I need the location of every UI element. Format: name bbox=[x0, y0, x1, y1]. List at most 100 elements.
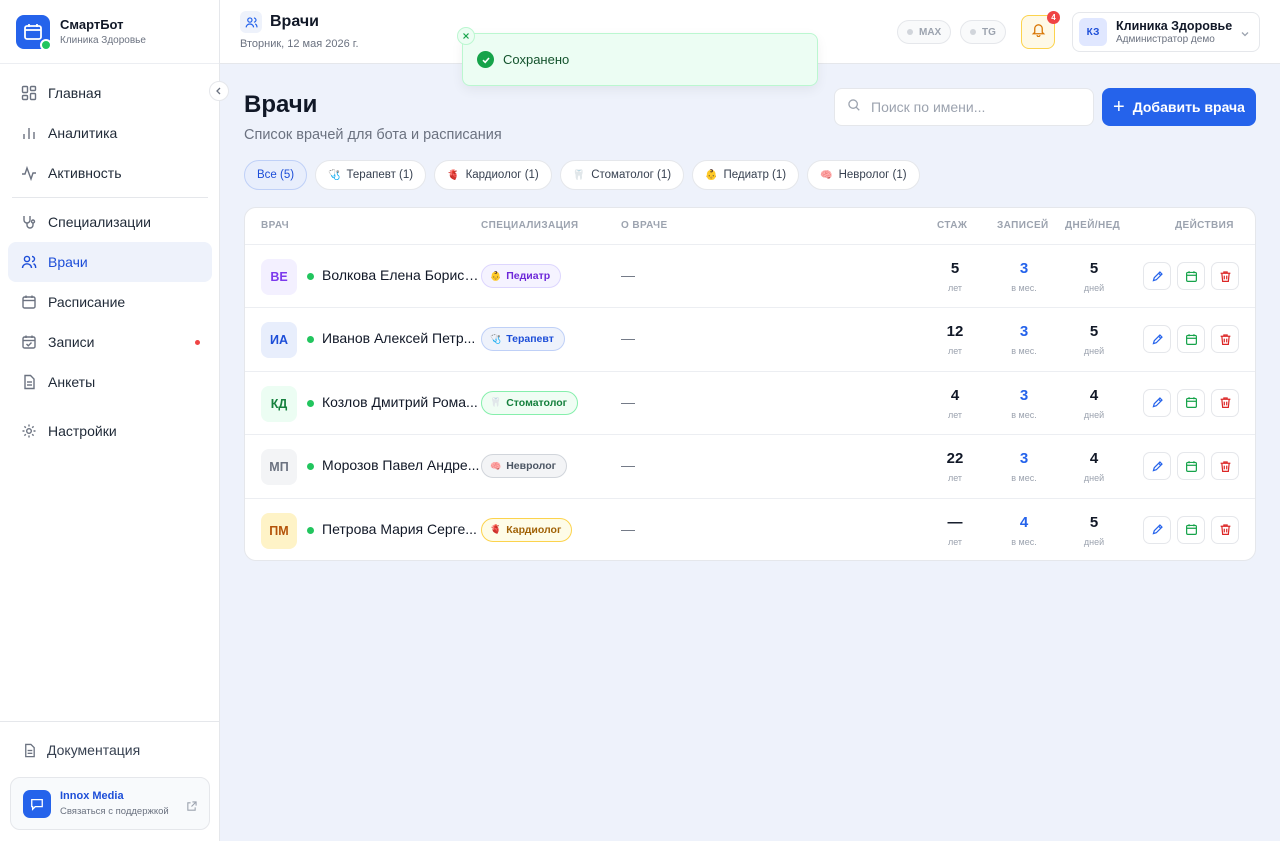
edit-button[interactable] bbox=[1143, 515, 1171, 544]
filter-chip-label: Стоматолог (1) bbox=[591, 169, 672, 181]
doctor-name[interactable]: Волкова Елена Борисо... bbox=[322, 267, 482, 283]
about-doctor: — bbox=[621, 393, 635, 410]
table-row[interactable]: ВЕ Волкова Елена Борисо... 👶 Педиатр — 5 лет 3 в… bbox=[245, 245, 1255, 309]
table-row[interactable]: КД Козлов Дмитрий Рома... 🦷 Стоматолог — 4 лет… bbox=[245, 372, 1255, 436]
schedule-button[interactable] bbox=[1177, 452, 1205, 481]
specialization-badge: 🫀 Кардиолог bbox=[481, 517, 573, 542]
sidebar-item-schedule[interactable]: Расписание bbox=[8, 282, 212, 322]
bookings-unit: в мес. bbox=[1011, 283, 1037, 293]
sidebar-item-specializations[interactable]: Специализации bbox=[8, 202, 212, 242]
experience-value: 12 bbox=[946, 323, 964, 341]
close-icon bbox=[462, 27, 470, 45]
online-status-dot bbox=[307, 526, 314, 534]
grid-icon bbox=[20, 84, 38, 102]
doctor-name[interactable]: Петрова Мария Серге... bbox=[322, 521, 482, 537]
online-status-dot bbox=[307, 336, 314, 344]
delete-button[interactable] bbox=[1211, 388, 1239, 417]
column-header-about: О ВРАЧЕ bbox=[621, 220, 668, 231]
doctor-name[interactable]: Иванов Алексей Петр... bbox=[322, 330, 482, 346]
delete-button[interactable] bbox=[1211, 515, 1239, 544]
sidebar-item-label: Аналитика bbox=[48, 125, 118, 141]
online-status-dot bbox=[307, 273, 314, 280]
table-row[interactable]: ИА Иванов Алексей Петр... 🩺 Терапевт — 12 лет 3… bbox=[245, 308, 1255, 372]
delete-button[interactable] bbox=[1211, 452, 1239, 481]
specialization-badge: 🧠 Невролог bbox=[481, 454, 567, 479]
table-row[interactable]: ПМ Петрова Мария Серге... 🫀 Кардиолог — — лет 4… bbox=[245, 499, 1255, 560]
specialization-badge: 🩺 Терапевт bbox=[481, 327, 565, 352]
bookings-value[interactable]: 3 bbox=[994, 387, 1054, 404]
sidebar-item-doctors[interactable]: Врачи bbox=[8, 242, 212, 282]
days-stat: 5 дней bbox=[1064, 514, 1124, 547]
sidebar-item-label: Расписание bbox=[48, 294, 126, 310]
channel-max-badge[interactable]: MAX bbox=[897, 20, 952, 44]
bookings-value[interactable]: 3 bbox=[994, 260, 1054, 277]
sidebar-item-home[interactable]: Главная bbox=[8, 73, 212, 113]
nav-divider bbox=[12, 197, 208, 198]
delete-button[interactable] bbox=[1211, 262, 1239, 290]
filter-chip[interactable]: 🩺 Терапевт (1) bbox=[315, 160, 427, 190]
column-header-days: ДНЕЙ/НЕД bbox=[1065, 220, 1121, 231]
table-row[interactable]: МП Морозов Павел Андре... 🧠 Невролог — 22 лет 3… bbox=[245, 435, 1255, 499]
notifications-button[interactable]: 4 bbox=[1021, 11, 1060, 49]
chevron-down-icon bbox=[1240, 26, 1250, 44]
schedule-button[interactable] bbox=[1177, 262, 1205, 290]
days-stat: 4 дней bbox=[1064, 387, 1124, 420]
days-value: 5 bbox=[1089, 513, 1099, 531]
specialization-label: Терапевт bbox=[506, 333, 554, 346]
edit-button[interactable] bbox=[1143, 325, 1171, 354]
experience-unit: лет bbox=[947, 409, 963, 420]
about-doctor: — bbox=[621, 520, 635, 537]
support-subtitle: Связаться с поддержкой bbox=[60, 806, 169, 817]
filter-chip[interactable]: 🫀 Кардиолог (1) bbox=[434, 160, 552, 190]
edit-button[interactable] bbox=[1143, 388, 1171, 417]
sidebar-item-label: Настройки bbox=[48, 423, 117, 439]
sidebar-item-activity[interactable]: Активность bbox=[8, 153, 212, 193]
bookings-value[interactable]: 4 bbox=[994, 514, 1054, 531]
search-input[interactable] bbox=[871, 99, 1071, 115]
bookings-unit: в мес. bbox=[1011, 346, 1037, 357]
specialization-label: Педиатр bbox=[506, 270, 551, 282]
bookings-unit: в мес. bbox=[1011, 473, 1037, 484]
page-subtitle: Список врачей для бота и расписания bbox=[244, 127, 502, 143]
add-doctor-button[interactable]: + Добавить врача bbox=[1102, 88, 1256, 126]
delete-button[interactable] bbox=[1211, 325, 1239, 354]
sidebar-item-analytics[interactable]: Аналитика bbox=[8, 113, 212, 153]
schedule-button[interactable] bbox=[1177, 325, 1205, 354]
bookings-stat: 3 в мес. bbox=[994, 450, 1054, 483]
filter-chip[interactable]: Все (5) bbox=[244, 160, 308, 190]
edit-button[interactable] bbox=[1143, 262, 1171, 290]
specialization-emoji-icon: 🩺 bbox=[490, 333, 502, 344]
toast-close-button[interactable] bbox=[457, 27, 475, 45]
days-stat: 5 дней bbox=[1064, 323, 1124, 356]
filter-chip[interactable]: 👶 Педиатр (1) bbox=[692, 160, 800, 190]
sidebar-item-bookings[interactable]: Записи bbox=[8, 322, 212, 362]
specialization-emoji-icon: 🦷 bbox=[572, 169, 586, 181]
filter-chip-label: Терапевт (1) bbox=[346, 169, 414, 181]
channel-tg-badge[interactable]: TG bbox=[960, 20, 1006, 44]
calendar-icon bbox=[1185, 270, 1198, 283]
filter-chip[interactable]: 🦷 Стоматолог (1) bbox=[559, 160, 685, 190]
specialization-label: Невролог bbox=[506, 460, 556, 473]
brand[interactable]: СмартБот Клиника Здоровье bbox=[0, 0, 219, 64]
sidebar-item-forms[interactable]: Анкеты bbox=[8, 362, 212, 402]
trash-icon bbox=[1219, 396, 1232, 409]
calendar-icon bbox=[20, 293, 38, 311]
support-title: Innox Media bbox=[60, 790, 124, 802]
schedule-button[interactable] bbox=[1177, 388, 1205, 417]
support-card[interactable]: Innox Media Связаться с поддержкой bbox=[10, 777, 210, 830]
pulse-icon bbox=[20, 164, 38, 182]
schedule-button[interactable] bbox=[1177, 515, 1205, 544]
sidebar-item-settings[interactable]: Настройки bbox=[8, 411, 212, 451]
about-doctor: — bbox=[621, 267, 635, 283]
edit-button[interactable] bbox=[1143, 452, 1171, 481]
filter-chip[interactable]: 🧠 Невролог (1) bbox=[807, 160, 920, 190]
doctor-name[interactable]: Козлов Дмитрий Рома... bbox=[322, 394, 482, 410]
bookings-value[interactable]: 3 bbox=[994, 323, 1054, 340]
account-menu[interactable]: КЗ Клиника Здоровье Администратор демо bbox=[1072, 12, 1260, 52]
documentation-link[interactable]: Документация bbox=[0, 722, 219, 778]
experience-value: 22 bbox=[946, 450, 964, 468]
toast-notification: Сохранено bbox=[457, 27, 818, 86]
sidebar-collapse-button[interactable] bbox=[209, 81, 229, 101]
doctor-name[interactable]: Морозов Павел Андре... bbox=[322, 457, 482, 473]
bookings-value[interactable]: 3 bbox=[994, 450, 1054, 467]
